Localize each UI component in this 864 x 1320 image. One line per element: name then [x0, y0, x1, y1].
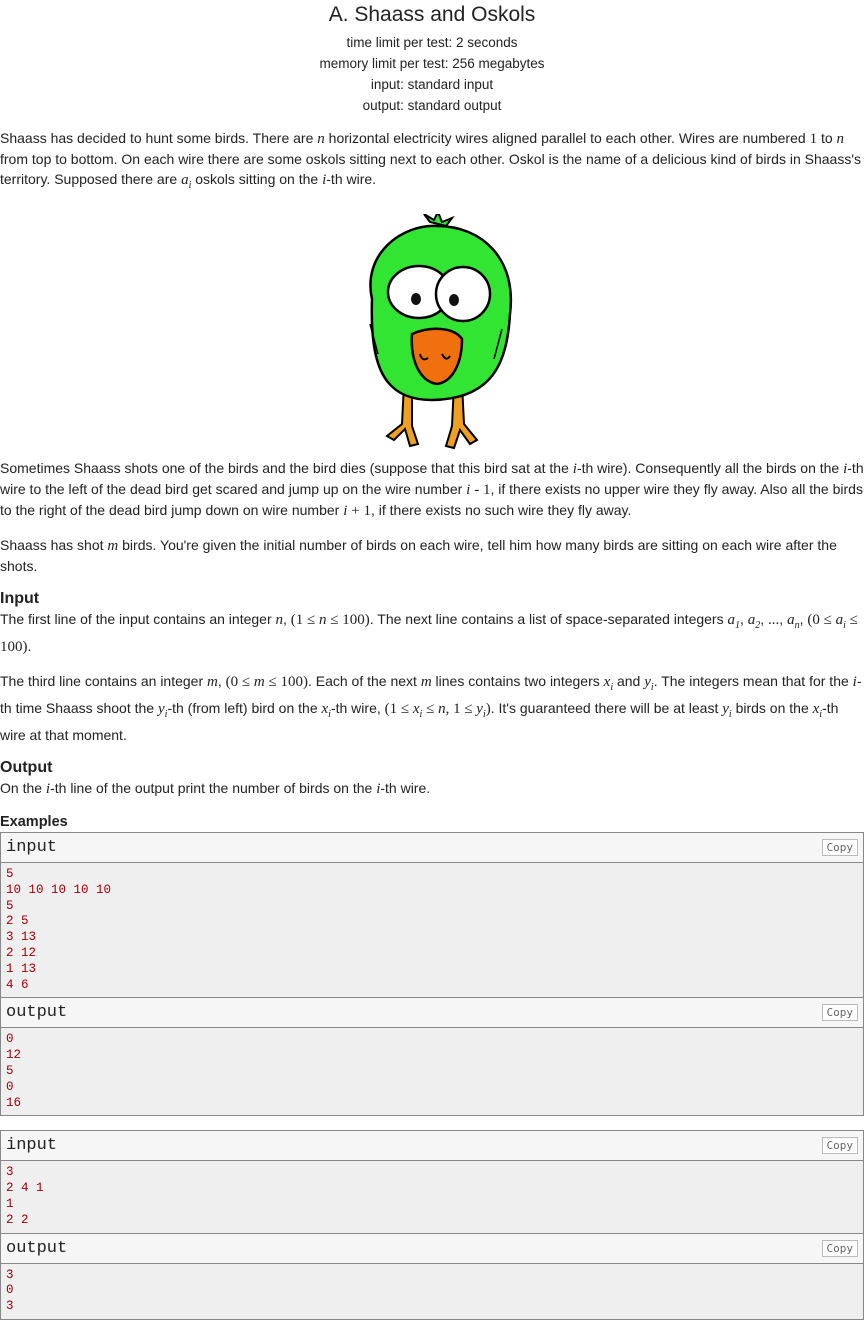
copy-button[interactable]: Copy [821, 1239, 858, 1257]
input-para-1: The first line of the input contains an … [0, 611, 858, 655]
problem-title: A. Shaass and Oskols [328, 3, 536, 26]
example-2: input Copy 3 2 4 1 1 2 2 output Copy 3 0… [0, 1130, 864, 1320]
output-heading: Output [0, 759, 53, 776]
example-output-header: output Copy [1, 1233, 863, 1264]
bird-illustration [0, 209, 864, 458]
copy-button[interactable]: Copy [821, 1004, 858, 1022]
statement-para-3: Shaass has shot m birds. You're given th… [0, 537, 837, 574]
input-heading: Input [0, 590, 40, 607]
time-limit: time limit per test: 2 seconds [346, 35, 518, 50]
statement-rest: Sometimes Shaass shots one of the birds … [0, 458, 864, 576]
example-output-label: output [6, 1003, 68, 1023]
copy-button[interactable]: Copy [821, 1137, 858, 1155]
example-input-text: 5 10 10 10 10 10 5 2 5 3 13 2 12 1 13 4 … [1, 863, 863, 999]
example-input-label: input [6, 838, 58, 857]
statement-para-1: Shaass has decided to hunt some birds. T… [0, 130, 861, 191]
input-section: Input The first line of the input contai… [0, 589, 864, 745]
example-1: input Copy 5 10 10 10 10 10 5 2 5 3 13 2… [0, 832, 864, 1117]
output-para: On the i-th line of the output print the… [0, 780, 431, 797]
statement-para-2: Sometimes Shaass shots one of the birds … [0, 460, 864, 519]
example-output-text: 3 0 3 [1, 1263, 863, 1319]
example-input-text: 3 2 4 1 1 2 2 [1, 1161, 863, 1234]
example-input-header: input Copy [1, 1131, 863, 1162]
example-output-text: 0 12 5 0 16 [1, 1028, 863, 1116]
example-output-header: output Copy [1, 998, 863, 1029]
input-type: input: standard input [370, 77, 494, 92]
output-section: Output On the i-th line of the output pr… [0, 758, 864, 799]
examples-heading: Examples [0, 814, 68, 830]
example-input-label: input [6, 1136, 58, 1156]
example-output-label: output [6, 1238, 68, 1258]
example-input-header: input Copy [1, 833, 863, 863]
input-para-2: The third line contains an integer m, (0… [0, 673, 862, 743]
statement: Shaass has decided to hunt some birds. T… [0, 128, 864, 196]
examples-section: Examples input Copy 5 10 10 10 10 10 5 2… [0, 812, 864, 1320]
copy-button[interactable]: Copy [821, 839, 858, 856]
memory-limit: memory limit per test: 256 megabytes [319, 56, 545, 71]
output-type: output: standard output [362, 98, 502, 113]
